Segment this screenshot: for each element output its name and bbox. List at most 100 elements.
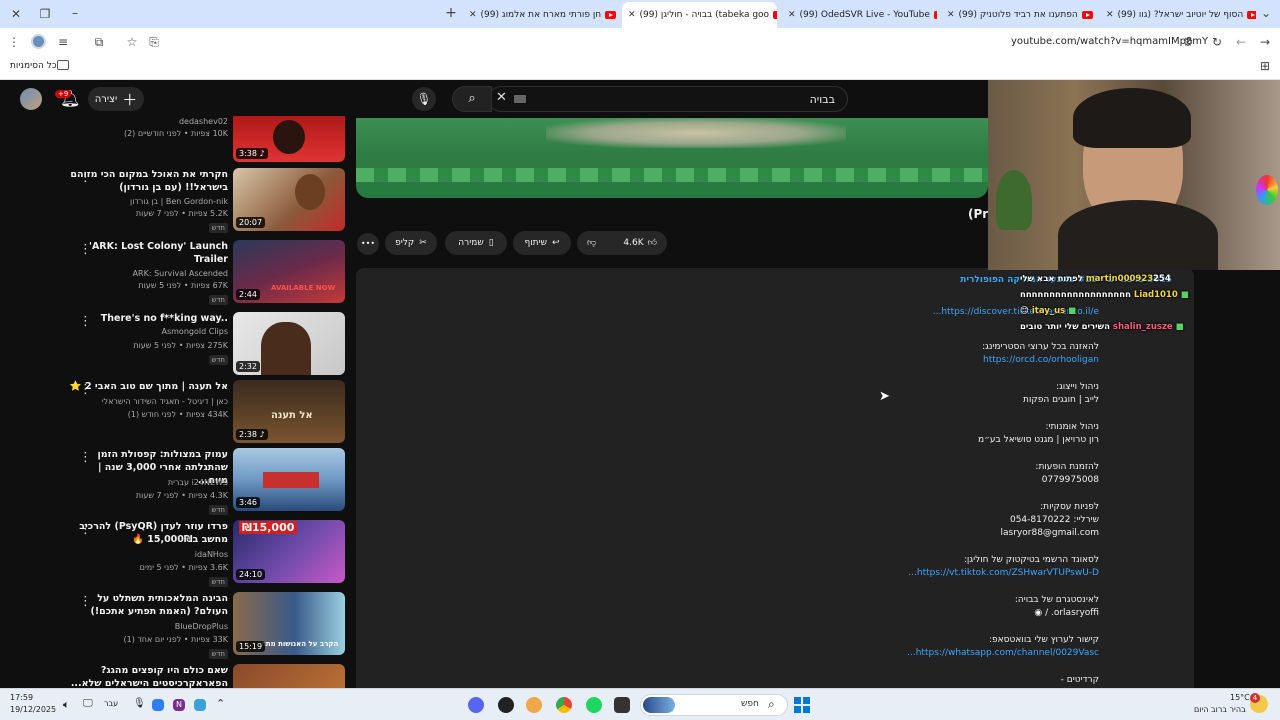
- terminal-icon[interactable]: [614, 697, 630, 713]
- like-button[interactable]: 4.6K 👍︎: [623, 238, 657, 248]
- new-tab-button[interactable]: +: [443, 5, 459, 21]
- tab-search-icon[interactable]: ⌄: [1258, 5, 1274, 21]
- bookmark-star-icon[interactable]: ☆: [124, 34, 140, 50]
- clock-date[interactable]: 19/12/2025: [10, 705, 56, 714]
- more-actions-button[interactable]: •••: [357, 233, 379, 255]
- chat-user: martin000923: [1085, 274, 1154, 284]
- share-button[interactable]: שיתוף ↩: [513, 231, 571, 255]
- language-indicator[interactable]: עבר: [104, 699, 118, 708]
- browser-tab[interactable]: ✕ (99) הסוף של יוטיוב ישראל? (גוו: [1100, 4, 1256, 26]
- url-field[interactable]: youtube.com/watch?v=hqmamIMp8mY: [1011, 36, 1208, 47]
- taskbar-search-box[interactable]: חפש ⌕: [640, 694, 788, 716]
- search-input[interactable]: ⌕ ✕ בבויה: [452, 86, 848, 112]
- menu-icon[interactable]: ⋮: [6, 34, 22, 50]
- tray-expand-icon[interactable]: ⌃: [216, 697, 225, 710]
- save-button[interactable]: שמירה ▯: [445, 231, 507, 255]
- media-control-icon[interactable]: ≡: [55, 34, 71, 50]
- browser-tab[interactable]: ✕ (99) הפתענו את רביד פלוטניק: [941, 4, 1096, 26]
- description-link[interactable]: https://vt.tiktok.com/ZSHwarVTUPswU-D...: [908, 567, 1099, 579]
- browser-tab-active[interactable]: ✕ (99) בבויה - חוליגן (tabeka goo: [622, 2, 777, 28]
- video-title[interactable]: 'ARK: Lost Colony' Launch Trailer: [68, 240, 228, 266]
- tray-app-icon[interactable]: [152, 699, 164, 711]
- list-item[interactable]: 20:07 ⋮ חקרתי את האוכל במקום הכי מזוהם ב…: [0, 168, 350, 236]
- list-item[interactable]: שאם כולם היו קופצים מהגג? הפאראקרכיסטים …: [0, 664, 350, 688]
- list-item[interactable]: אל תענה 2:38 ♪ ⋮ אל תענה | מתוך שם טוב ה…: [0, 380, 350, 448]
- chrome-icon[interactable]: [556, 697, 572, 713]
- list-item[interactable]: הקרב על האנושות מתח 15:19 ⋮ הבינה המלאכו…: [0, 592, 350, 660]
- browser-tab[interactable]: ✕ (99) חן פורתי מארח את אלמוג: [463, 4, 618, 26]
- channel-name[interactable]: idaNHos: [58, 549, 228, 561]
- video-title[interactable]: הבינה המלאכותית תשתלט על העולם? (האמת תפ…: [68, 592, 229, 618]
- list-item[interactable]: ₪15,000 24:10 ⋮ פרדו עוזר לעדן (PsyQR) ל…: [0, 520, 350, 588]
- description-link[interactable]: https://whatsapp.com/channel/0029Vasc...: [907, 647, 1099, 659]
- mic-tray-icon[interactable]: 🎙︎: [133, 698, 146, 709]
- profile-avatar-icon[interactable]: [31, 34, 46, 49]
- close-window-icon[interactable]: ✕: [8, 6, 24, 22]
- browser-tab[interactable]: ✕ (99) OdedSVR Live - YouTube: [782, 4, 937, 26]
- video-thumbnail[interactable]: 3:46: [233, 448, 345, 511]
- channel-name[interactable]: כאן | דיגיטל - תאגיד השידור הישראלי: [58, 396, 228, 408]
- clip-label: קליפ: [395, 238, 415, 248]
- video-title[interactable]: There's no f**king way..: [68, 312, 228, 325]
- speaker-icon[interactable]: 🔈︎: [63, 698, 70, 712]
- list-item[interactable]: 3:46 ⋮ עמוק במצולות: קפסולת הזמן שהתגלתה…: [0, 448, 350, 516]
- apps-grid-icon[interactable]: ⊞: [1260, 59, 1270, 73]
- video-player[interactable]: [356, 118, 988, 198]
- tab-close-icon[interactable]: ✕: [1106, 10, 1114, 20]
- weather-temp[interactable]: 15°C: [1230, 693, 1250, 702]
- tab-close-icon[interactable]: ✕: [628, 10, 636, 20]
- site-settings-icon[interactable]: ⚙: [1180, 34, 1196, 50]
- network-icon[interactable]: 🖵︎: [83, 698, 93, 709]
- forward-icon[interactable]: ←: [1233, 34, 1249, 50]
- video-thumbnail[interactable]: 2:32: [233, 312, 345, 375]
- keyboard-icon[interactable]: [514, 95, 526, 103]
- spotify-icon[interactable]: [586, 697, 602, 713]
- video-thumbnail[interactable]: אל תענה 2:38 ♪: [233, 380, 345, 443]
- channel-name[interactable]: Asmongold Clips: [58, 326, 229, 338]
- video-thumbnail[interactable]: 3:38 ♪: [233, 116, 345, 162]
- minimize-window-icon[interactable]: –: [67, 5, 83, 21]
- create-button[interactable]: יצירה ＋: [88, 87, 144, 111]
- all-bookmarks-label[interactable]: כל הסימניות: [10, 61, 57, 71]
- video-title[interactable]: אל תענה | מתוך שם טוב האבי 2 ⭐: [68, 380, 228, 393]
- tab-close-icon[interactable]: ✕: [947, 10, 955, 20]
- back-icon[interactable]: →: [1257, 34, 1273, 50]
- channel-name[interactable]: dedashev02: [58, 116, 228, 128]
- app-icon[interactable]: [498, 697, 514, 713]
- app-icon[interactable]: [526, 697, 542, 713]
- clip-button[interactable]: קליפ ✂: [385, 231, 437, 255]
- video-title[interactable]: פרדו עוזר לעדן (PsyQR) להרכיב מחשב ב15,0…: [68, 520, 228, 546]
- restore-window-icon[interactable]: ❐: [37, 6, 53, 22]
- description-link[interactable]: https://orcd.co/orhooligan: [983, 354, 1099, 366]
- avatar[interactable]: [20, 88, 42, 110]
- search-highlight-image: [643, 697, 675, 713]
- list-item[interactable]: AVAILABLE NOW 2:44 ⋮ 'ARK: Lost Colony' …: [0, 240, 350, 308]
- tab-close-icon[interactable]: ✕: [788, 10, 796, 20]
- video-thumbnail[interactable]: ₪15,000 24:10: [233, 520, 345, 583]
- extensions-icon[interactable]: ⧉: [91, 34, 107, 50]
- channel-name[interactable]: i24NEWS עברית: [58, 477, 228, 489]
- discord-icon[interactable]: [468, 697, 484, 713]
- video-thumbnail[interactable]: הקרב על האנושות מתח 15:19: [233, 592, 345, 655]
- microphone-icon[interactable]: 🎙︎: [412, 87, 436, 111]
- video-title[interactable]: שאם כולם היו קופצים מהגג? הפאראקרכיסטים …: [68, 664, 228, 688]
- clock-time[interactable]: 17:59: [10, 693, 33, 702]
- install-app-icon[interactable]: ⎘: [146, 34, 162, 50]
- video-thumbnail[interactable]: [233, 664, 345, 688]
- search-icon[interactable]: ⌕: [452, 86, 492, 112]
- channel-name[interactable]: Ben Gordon-nik | בן גורדון: [58, 196, 228, 208]
- reload-icon[interactable]: ↻: [1209, 34, 1225, 50]
- dislike-icon[interactable]: 👎︎: [587, 238, 596, 248]
- instagram-handle[interactable]: orlasryoffi. / ◉: [1034, 607, 1099, 619]
- tab-close-icon[interactable]: ✕: [469, 10, 477, 20]
- video-thumbnail[interactable]: AVAILABLE NOW 2:44: [233, 240, 345, 303]
- channel-name[interactable]: BlueDropPlus: [58, 621, 228, 633]
- onenote-icon[interactable]: N: [173, 699, 185, 711]
- channel-name[interactable]: ARK: Survival Ascended: [58, 268, 228, 280]
- video-thumbnail[interactable]: 20:07: [233, 168, 345, 231]
- list-item[interactable]: 2:32 ⋮ There's no f**king way.. Asmongol…: [0, 312, 350, 380]
- windows-start-icon[interactable]: [794, 697, 810, 713]
- tray-app-icon[interactable]: [194, 699, 206, 711]
- video-title[interactable]: חקרתי את האוכל במקום הכי מזוהם בישראל!! …: [68, 168, 228, 194]
- clear-search-icon[interactable]: ✕: [496, 90, 507, 105]
